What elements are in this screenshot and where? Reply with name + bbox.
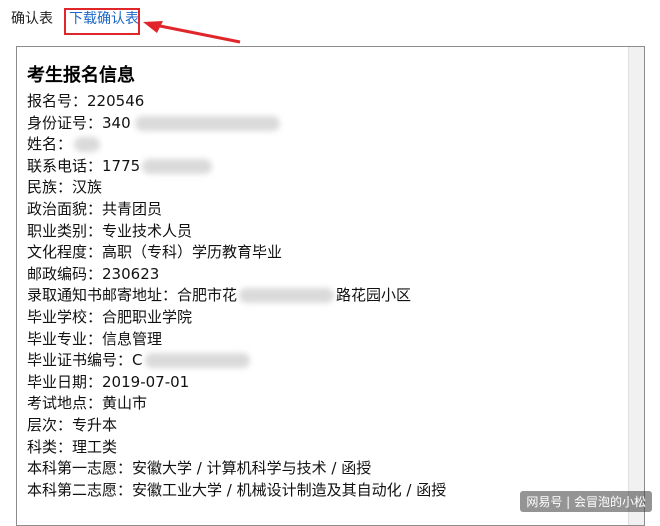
watermark: 网易号 | 会冒泡的小松 bbox=[520, 491, 652, 512]
row-value: 合肥职业学院 bbox=[102, 307, 193, 326]
row-graduation-date: 毕业日期：2019-07-01 bbox=[27, 372, 446, 394]
row-value: 专升本 bbox=[72, 415, 118, 434]
row-value: 230623 bbox=[102, 264, 160, 283]
row-registration-number: 报名号：220546 bbox=[27, 91, 446, 113]
row-value-tail: 路花园小区 bbox=[336, 286, 412, 305]
row-value: 2019-07-01 bbox=[102, 372, 190, 391]
tab-confirm-form[interactable]: 确认表 bbox=[11, 9, 53, 29]
candidate-info: 考生报名信息 报名号：220546 身份证号：340 姓名： 联系电话：1775… bbox=[27, 63, 446, 501]
row-value: 信息管理 bbox=[102, 329, 163, 348]
row-value: 合肥市花 bbox=[177, 286, 238, 305]
row-label: 录取通知书邮寄地址： bbox=[27, 286, 178, 305]
row-value: C bbox=[132, 351, 143, 370]
row-exam-location: 考试地点：黄山市 bbox=[27, 393, 446, 415]
tab-bar: 确认表 下载确认表 bbox=[0, 0, 660, 40]
vertical-scrollbar[interactable] bbox=[628, 47, 644, 525]
row-label: 层次： bbox=[27, 415, 73, 434]
row-mailing-address: 录取通知书邮寄地址：合肥市花 路花园小区 bbox=[27, 285, 446, 307]
row-label: 文化程度： bbox=[27, 243, 103, 262]
row-value: 专业技术人员 bbox=[102, 221, 193, 240]
row-label: 姓名： bbox=[27, 135, 73, 154]
row-ethnicity: 民族：汉族 bbox=[27, 177, 446, 199]
row-id-number: 身份证号：340 bbox=[27, 113, 446, 135]
row-name: 姓名： bbox=[27, 134, 446, 156]
row-value: 安徽工业大学 / 机械设计制造及其自动化 / 函授 bbox=[132, 480, 447, 499]
row-label: 毕业专业： bbox=[27, 329, 103, 348]
row-value: 220546 bbox=[87, 92, 145, 110]
confirm-form-panel: 考生报名信息 报名号：220546 身份证号：340 姓名： 联系电话：1775… bbox=[16, 46, 645, 526]
row-graduate-major: 毕业专业：信息管理 bbox=[27, 329, 446, 351]
row-second-choice: 本科第二志愿：安徽工业大学 / 机械设计制造及其自动化 / 函授 bbox=[27, 480, 446, 502]
row-label: 毕业日期： bbox=[27, 372, 103, 391]
row-label: 报名号： bbox=[27, 92, 88, 110]
row-label: 毕业学校： bbox=[27, 307, 103, 326]
row-label: 科类： bbox=[27, 437, 73, 456]
row-first-choice: 本科第一志愿：安徽大学 / 计算机科学与技术 / 函授 bbox=[27, 458, 446, 480]
row-diploma-number: 毕业证书编号：C bbox=[27, 350, 446, 372]
redaction-blur bbox=[134, 115, 280, 131]
row-label: 职业类别： bbox=[27, 221, 103, 240]
row-value: 黄山市 bbox=[102, 394, 148, 413]
redaction-blur bbox=[74, 137, 101, 153]
row-label: 政治面貌： bbox=[27, 199, 103, 218]
row-value: 高职（专科）学历教育毕业 bbox=[102, 243, 283, 262]
row-level: 层次：专升本 bbox=[27, 415, 446, 437]
row-category: 科类：理工类 bbox=[27, 437, 446, 459]
row-label: 毕业证书编号： bbox=[27, 351, 133, 370]
row-value: 共青团员 bbox=[102, 199, 163, 218]
row-phone: 联系电话：1775 bbox=[27, 156, 446, 178]
row-label: 本科第一志愿： bbox=[27, 459, 133, 478]
row-political-status: 政治面貌：共青团员 bbox=[27, 199, 446, 221]
row-value: 1775 bbox=[102, 156, 141, 175]
row-value: 理工类 bbox=[72, 437, 118, 456]
row-label: 联系电话： bbox=[27, 156, 103, 175]
row-occupation: 职业类别：专业技术人员 bbox=[27, 221, 446, 243]
doc-title: 考生报名信息 bbox=[27, 65, 135, 86]
row-value: 汉族 bbox=[72, 178, 103, 197]
row-postal-code: 邮政编码：230623 bbox=[27, 264, 446, 286]
row-label: 本科第二志愿： bbox=[27, 480, 133, 499]
row-value: 安徽大学 / 计算机科学与技术 / 函授 bbox=[132, 459, 372, 478]
row-label: 民族： bbox=[27, 178, 73, 197]
redaction-blur bbox=[142, 158, 213, 174]
row-graduate-school: 毕业学校：合肥职业学院 bbox=[27, 307, 446, 329]
redaction-blur bbox=[239, 288, 335, 304]
row-value: 340 bbox=[102, 113, 131, 132]
row-label: 身份证号： bbox=[27, 113, 103, 132]
row-label: 邮政编码： bbox=[27, 264, 103, 283]
redaction-blur bbox=[144, 353, 250, 369]
row-label: 考试地点： bbox=[27, 394, 103, 413]
download-confirm-form-link[interactable]: 下载确认表 bbox=[66, 9, 142, 29]
row-education: 文化程度：高职（专科）学历教育毕业 bbox=[27, 242, 446, 264]
